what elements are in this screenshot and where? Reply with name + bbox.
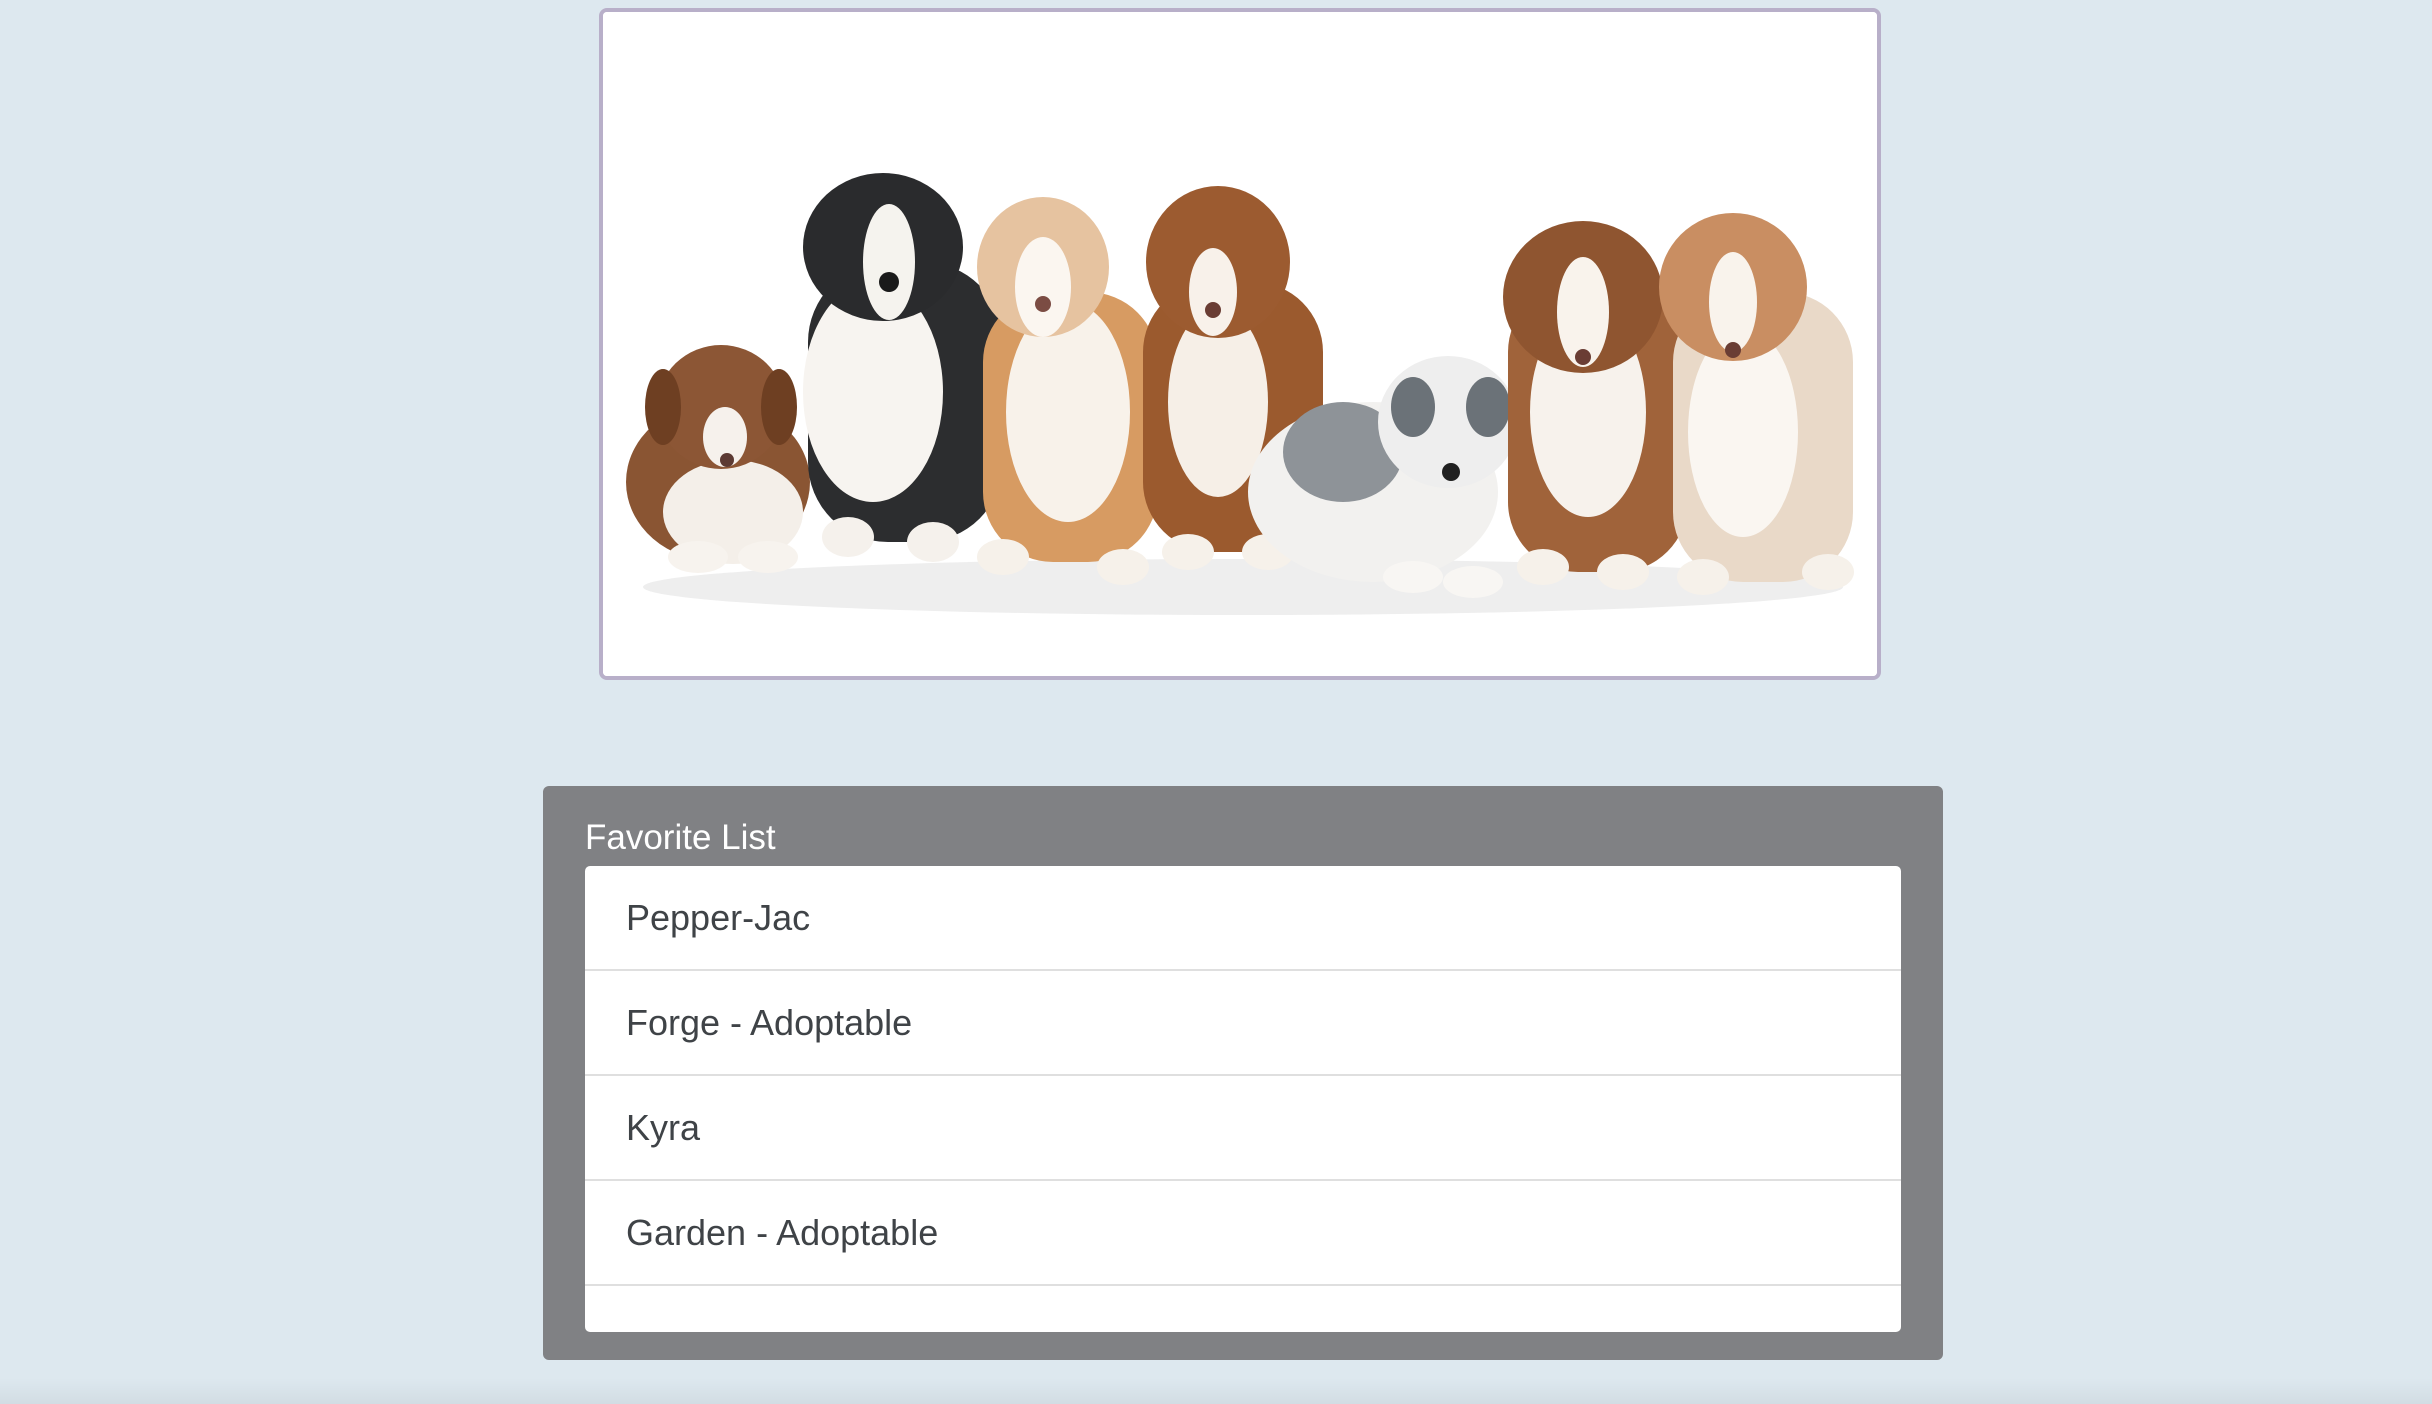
puppies-hero-image (599, 8, 1881, 680)
bottom-shadow (0, 1378, 2432, 1404)
favorite-item-pepper-jac[interactable]: Pepper-Jac (585, 866, 1901, 971)
puppy-1 (626, 345, 810, 573)
favorite-list-panel: Favorite List Pepper-Jac Forge - Adoptab… (543, 786, 1943, 1360)
favorite-item-garden[interactable]: Garden - Adoptable (585, 1181, 1901, 1286)
favorite-list-empty-row (585, 1286, 1901, 1332)
favorite-list: Pepper-Jac Forge - Adoptable Kyra Garden… (585, 866, 1901, 1332)
favorite-item-kyra[interactable]: Kyra (585, 1076, 1901, 1181)
favorite-list-title: Favorite List (585, 818, 776, 857)
puppies-illustration (603, 12, 1877, 676)
favorite-item-forge[interactable]: Forge - Adoptable (585, 971, 1901, 1076)
